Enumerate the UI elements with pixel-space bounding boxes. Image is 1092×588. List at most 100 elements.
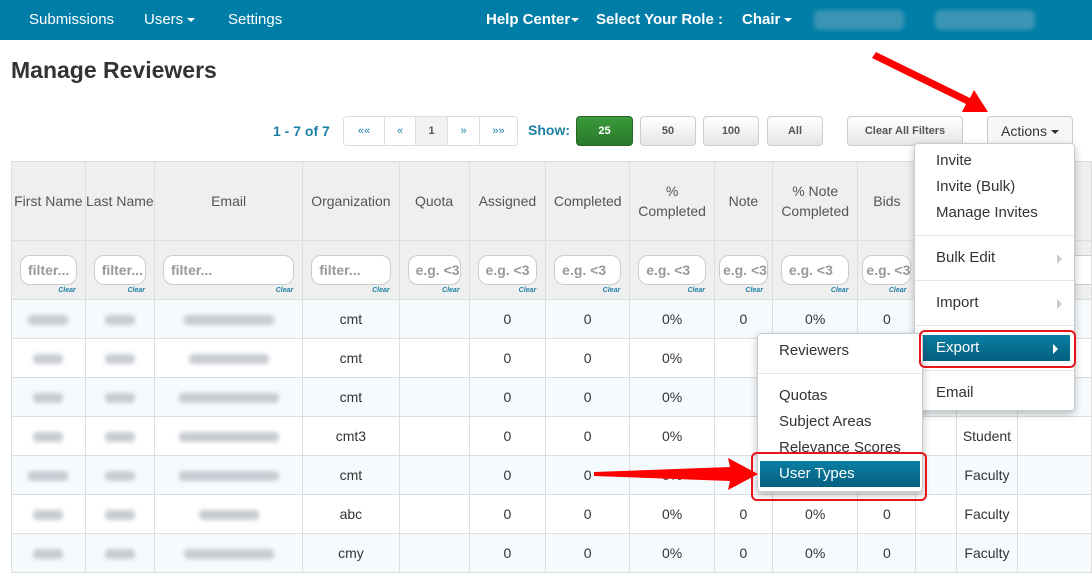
role-dropdown[interactable]: Chair: [742, 11, 793, 28]
alternate-profile-cell: [1016, 533, 1092, 573]
filter-completed[interactable]: e.g. <3: [554, 255, 622, 285]
clear-filter-link[interactable]: Clear: [831, 287, 849, 294]
quota-cell: [398, 377, 470, 417]
show-25-button[interactable]: 25: [576, 116, 633, 146]
filter-pct-note-completed[interactable]: e.g. <3: [780, 255, 850, 285]
alternate-profile-cell: [1016, 455, 1092, 495]
completed-cell: 0: [545, 416, 631, 456]
role-label: Chair: [742, 11, 781, 28]
col-header-first-name[interactable]: First Name: [11, 161, 86, 241]
first-name-cell: [11, 377, 86, 417]
menu-item-bulk-edit[interactable]: Bulk Edit: [915, 245, 1074, 271]
filter-bids[interactable]: e.g. <3: [862, 255, 912, 285]
col-header-assigned[interactable]: Assigned: [468, 161, 547, 241]
quota-cell: [398, 533, 470, 573]
filter-assigned[interactable]: e.g. <3: [477, 255, 538, 285]
show-label: Show:: [528, 122, 570, 138]
organization-cell: cmt: [302, 455, 400, 495]
table-row[interactable]: abc 0 0 0% 0 0% 0 Faculty: [11, 494, 1092, 534]
menu-item-manage-invites[interactable]: Manage Invites: [915, 200, 1074, 226]
first-page-button[interactable]: ««: [344, 117, 384, 145]
assigned-cell[interactable]: 0: [468, 377, 547, 417]
completed-cell: 0: [545, 533, 631, 573]
email-cell: [153, 299, 304, 339]
menu-item-invite[interactable]: Invite: [915, 148, 1074, 174]
assigned-cell[interactable]: 0: [468, 533, 547, 573]
clear-filter-link[interactable]: Clear: [745, 287, 763, 294]
filter-email[interactable]: filter...: [162, 255, 295, 285]
assigned-cell[interactable]: 0: [468, 494, 547, 534]
pct-completed-cell: 0%: [629, 338, 715, 378]
page-1-button[interactable]: 1: [415, 117, 447, 145]
menu-item-email[interactable]: Email: [915, 380, 1074, 406]
menu-item-invite-bulk[interactable]: Invite (Bulk): [915, 174, 1074, 200]
user-name-redacted[interactable]: [814, 10, 904, 30]
col-header-note[interactable]: Note: [713, 161, 773, 241]
assigned-cell[interactable]: 0: [468, 299, 547, 339]
pagination: «« « 1 » »»: [343, 116, 518, 146]
col-header-pct-note-completed[interactable]: % Note Completed: [771, 161, 859, 241]
redacted-text: [104, 354, 135, 365]
clear-filter-link[interactable]: Clear: [687, 287, 705, 294]
filter-first-name[interactable]: filter...: [20, 255, 77, 285]
clear-filter-link[interactable]: Clear: [603, 287, 621, 294]
clear-filter-link[interactable]: Clear: [58, 287, 76, 294]
table-row[interactable]: cmt3 0 0 0% Student: [11, 416, 1092, 456]
menu-divider: [915, 325, 1074, 326]
prev-page-button[interactable]: «: [384, 117, 415, 145]
filter-organization[interactable]: filter...: [311, 255, 391, 285]
show-50-button[interactable]: 50: [640, 116, 696, 146]
clear-filter-link[interactable]: Clear: [442, 287, 460, 294]
last-page-button[interactable]: »»: [479, 117, 517, 145]
filter-note[interactable]: e.g. <3: [718, 255, 768, 285]
actions-menu: Invite Invite (Bulk) Manage Invites Bulk…: [914, 143, 1075, 411]
menu-divider: [915, 370, 1074, 371]
assigned-cell[interactable]: 0: [468, 416, 547, 456]
nav-submissions[interactable]: Submissions: [29, 11, 114, 28]
last-name-cell: [84, 416, 155, 456]
pct-completed-cell: 0%: [629, 455, 715, 495]
col-header-email[interactable]: Email: [153, 161, 304, 241]
clear-all-filters-button[interactable]: Clear All Filters: [847, 116, 963, 146]
nav-help-center-label: Help Center: [486, 11, 571, 28]
col-header-organization[interactable]: Organization: [302, 161, 400, 241]
submenu-item-reviewers[interactable]: Reviewers: [758, 338, 922, 364]
organization-cell: cmt: [302, 299, 400, 339]
table-row[interactable]: cmt 0 0 0% Faculty: [11, 455, 1092, 495]
nav-settings[interactable]: Settings: [228, 11, 282, 28]
table-row[interactable]: cmy 0 0 0% 0 0% 0 Faculty: [11, 533, 1092, 573]
filter-pct-completed[interactable]: e.g. <3: [638, 255, 706, 285]
next-page-button[interactable]: »: [447, 117, 479, 145]
email-cell: [153, 494, 304, 534]
conference-name-redacted[interactable]: [935, 10, 1035, 30]
menu-item-import[interactable]: Import: [915, 290, 1074, 316]
assigned-cell[interactable]: 0: [468, 455, 547, 495]
email-cell: [153, 338, 304, 378]
col-header-pct-completed[interactable]: % Completed: [629, 161, 715, 241]
note-cell: 0: [713, 533, 773, 573]
first-name-cell: [11, 299, 86, 339]
filter-quota[interactable]: e.g. <3: [407, 255, 461, 285]
clear-filter-link[interactable]: Clear: [372, 287, 390, 294]
submenu-item-quotas[interactable]: Quotas: [758, 383, 922, 409]
redacted-text: [33, 510, 64, 521]
show-all-button[interactable]: All: [767, 116, 823, 146]
submenu-item-subject-areas[interactable]: Subject Areas: [758, 409, 922, 435]
organization-cell: abc: [302, 494, 400, 534]
clear-filter-link[interactable]: Clear: [889, 287, 907, 294]
first-name-cell: [11, 455, 86, 495]
nav-users[interactable]: Users: [144, 11, 196, 28]
quota-cell: [398, 494, 470, 534]
col-header-quota[interactable]: Quota: [398, 161, 470, 241]
col-header-completed[interactable]: Completed: [545, 161, 631, 241]
actions-button[interactable]: Actions: [987, 116, 1073, 146]
clear-filter-link[interactable]: Clear: [276, 287, 294, 294]
col-header-last-name[interactable]: Last Name: [84, 161, 155, 241]
nav-help-center[interactable]: Help Center: [486, 11, 580, 28]
filter-last-name[interactable]: filter...: [93, 255, 146, 285]
assigned-cell[interactable]: 0: [468, 338, 547, 378]
clear-filter-link[interactable]: Clear: [519, 287, 537, 294]
clear-filter-link[interactable]: Clear: [127, 287, 145, 294]
show-100-button[interactable]: 100: [703, 116, 759, 146]
col-header-bids[interactable]: Bids: [857, 161, 917, 241]
